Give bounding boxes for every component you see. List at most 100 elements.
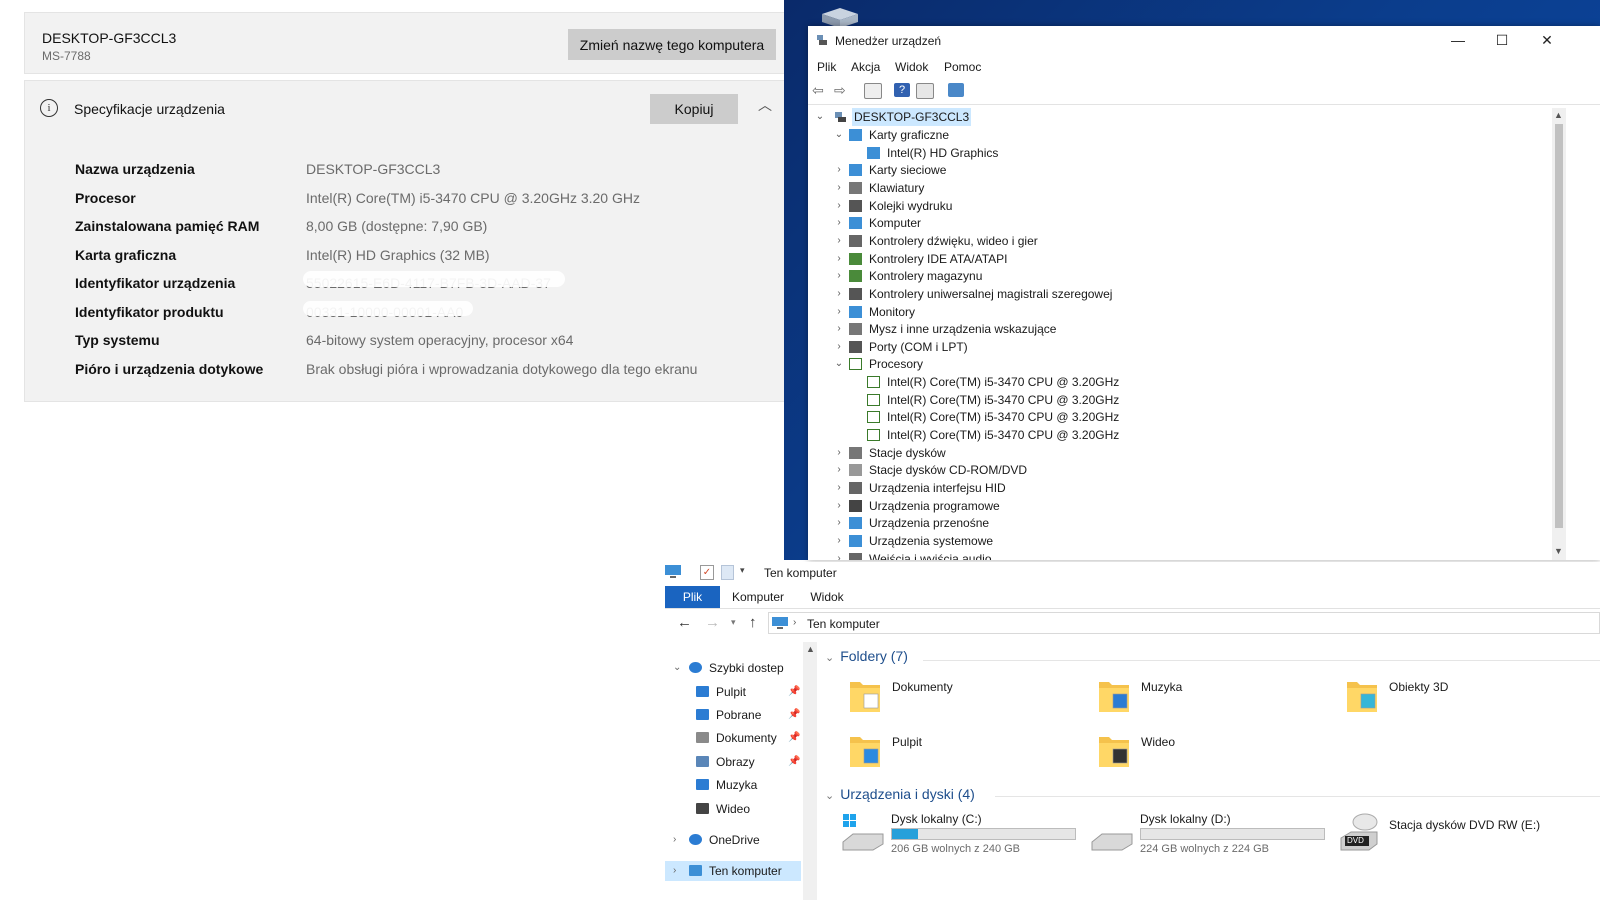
menu-help[interactable]: Pomoc — [944, 60, 981, 74]
nav-pane-scrollbar[interactable]: ▲ — [803, 642, 817, 900]
customize-toolbar-icon[interactable]: ▾ — [740, 565, 745, 576]
monitor-icon — [849, 305, 862, 318]
chevron-right-icon[interactable]: › — [833, 479, 845, 497]
spec-row: Pióro i urządzenia dotykowe Brak obsługi … — [75, 361, 697, 377]
menu-action[interactable]: Akcja — [851, 60, 880, 74]
pin-icon[interactable]: 📌 — [788, 752, 800, 772]
chevron-right-icon[interactable]: › — [833, 250, 845, 268]
chevron-right-icon[interactable]: › — [833, 320, 845, 338]
chevron-right-icon[interactable]: › — [833, 444, 845, 462]
tab-view[interactable]: Widok — [803, 586, 851, 608]
window-title: Ten komputer — [764, 566, 837, 580]
scroll-up-icon[interactable]: ▲ — [1554, 110, 1563, 120]
monitor-scan-icon[interactable] — [948, 83, 964, 97]
nav-item[interactable]: Dokumenty 📌 — [665, 728, 801, 748]
recent-locations-icon[interactable]: ▾ — [731, 617, 736, 628]
tree-item-label: Karty sieciowe — [869, 163, 947, 178]
spec-value[interactable]: 64-bitowy system operacyjny, procesor x6… — [306, 332, 573, 348]
drives-section-header[interactable]: ⌄ Urządzenia i dyski (4) — [825, 786, 975, 802]
scroll-up-icon[interactable]: ▲ — [806, 644, 815, 654]
nav-item[interactable]: Muzyka — [665, 775, 801, 795]
chevron-right-icon[interactable]: › — [833, 179, 845, 197]
maximize-button[interactable]: ☐ — [1492, 30, 1512, 50]
tree-item-label: Stacje dysków CD-ROM/DVD — [869, 463, 1028, 478]
properties-view-icon[interactable] — [864, 83, 882, 99]
chevron-right-icon[interactable]: › — [833, 303, 845, 321]
tree-root-label: DESKTOP-GF3CCL3 — [852, 108, 972, 126]
menu-view[interactable]: Widok — [895, 60, 928, 74]
pin-icon[interactable]: 📌 — [788, 682, 800, 702]
chevron-right-icon[interactable]: › — [833, 497, 845, 515]
chevron-down-icon[interactable]: ⌄ — [825, 790, 834, 802]
nav-item[interactable]: › OneDrive — [665, 830, 801, 850]
nav-item[interactable]: Obrazy 📌 — [665, 752, 801, 772]
scrollbar-thumb[interactable] — [1555, 124, 1563, 528]
scroll-down-icon[interactable]: ▼ — [1554, 546, 1563, 556]
tree-item-label: Intel(R) HD Graphics — [887, 145, 999, 160]
pin-icon[interactable]: 📌 — [788, 705, 800, 725]
tab-computer[interactable]: Komputer — [727, 586, 789, 608]
address-bar[interactable]: › Ten komputer — [768, 612, 1600, 634]
back-arrow-icon[interactable]: ⇦ — [812, 83, 828, 97]
chevron-down-icon[interactable]: ⌄ — [814, 108, 826, 126]
nav-item[interactable]: Wideo — [665, 799, 801, 819]
dvd-badge: DVD — [1347, 836, 1364, 845]
device-manager-icon — [817, 35, 827, 45]
close-button[interactable]: ✕ — [1537, 30, 1557, 50]
help-icon[interactable]: ? — [894, 83, 910, 97]
device-name-header: DESKTOP-GF3CCL3 MS-7788 Zmień nazwę tego… — [24, 12, 794, 74]
chevron-right-icon[interactable]: › — [833, 550, 845, 560]
properties-icon[interactable]: ✓ — [700, 565, 714, 580]
spec-value[interactable]: DESKTOP-GF3CCL3 — [306, 161, 440, 177]
spec-value[interactable]: Intel(R) HD Graphics (32 MB) — [306, 247, 490, 263]
rename-computer-button[interactable]: Zmień nazwę tego komputera — [568, 29, 776, 60]
file-explorer-window: ✓ ▾ Ten komputer Plik Komputer Widok ← →… — [665, 562, 1600, 900]
up-arrow-icon[interactable]: ↑ — [749, 614, 757, 631]
nav-item[interactable]: Pobrane 📌 — [665, 705, 801, 725]
chevron-right-icon[interactable]: › — [833, 161, 845, 179]
chevron-right-icon[interactable]: › — [833, 267, 845, 285]
chevron-down-icon[interactable]: ⌄ — [825, 652, 834, 664]
display-adapter-icon — [849, 129, 862, 141]
tab-file[interactable]: Plik — [665, 586, 720, 608]
copy-button[interactable]: Kopiuj — [650, 94, 738, 124]
pin-icon[interactable]: 📌 — [788, 728, 800, 748]
back-arrow-icon[interactable]: ← — [677, 614, 692, 631]
chevron-up-icon[interactable]: ︿ — [758, 95, 772, 115]
spec-key: Typ systemu — [75, 332, 160, 348]
forward-arrow-icon[interactable]: → — [705, 614, 720, 631]
nav-item[interactable]: ⌄ Szybki dostep — [665, 658, 801, 678]
chevron-right-icon[interactable]: › — [833, 285, 845, 303]
folder-label: Muzyka — [1141, 680, 1183, 694]
spec-row: Typ systemu 64-bitowy system operacyjny, … — [75, 332, 573, 348]
update-view-icon[interactable] — [916, 83, 934, 99]
chevron-down-icon[interactable]: ⌄ — [833, 126, 845, 144]
device-tree: ⌄ DESKTOP-GF3CCL3 ⌄ Karty graficzne Intel(… — [808, 108, 1552, 560]
chevron-down-icon[interactable]: ⌄ — [833, 355, 845, 373]
folders-section-header[interactable]: ⌄ Foldery (7) — [825, 648, 908, 664]
processor-icon — [867, 376, 880, 389]
chevron-right-icon[interactable]: › — [833, 232, 845, 250]
chevron-right-icon[interactable]: › — [833, 461, 845, 479]
forward-arrow-icon[interactable]: ⇨ — [834, 83, 850, 97]
minimize-button[interactable]: — — [1448, 30, 1468, 50]
nav-item[interactable]: › Ten komputer — [665, 861, 801, 881]
chevron-right-icon[interactable]: › — [833, 532, 845, 550]
spec-value[interactable]: 8,00 GB (dostępne: 7,90 GB) — [306, 218, 487, 234]
chevron-right-icon[interactable]: › — [833, 514, 845, 532]
recycle-bin-icon[interactable] — [820, 6, 860, 28]
chevron-right-icon[interactable]: › — [833, 197, 845, 215]
chevron-right-icon[interactable]: › — [673, 861, 676, 881]
spec-value[interactable]: Intel(R) Core(TM) i5-3470 CPU @ 3.20GHz … — [306, 190, 640, 206]
chevron-right-icon[interactable]: › — [833, 214, 845, 232]
chevron-down-icon[interactable]: ⌄ — [673, 658, 681, 678]
processor-icon — [867, 429, 880, 442]
chevron-right-icon[interactable]: › — [833, 338, 845, 356]
new-folder-icon[interactable] — [721, 565, 734, 580]
download-icon — [696, 709, 709, 720]
spec-value[interactable]: Brak obsługi pióra i wprowadzania dotyko… — [306, 361, 697, 377]
nav-item[interactable]: Pulpit 📌 — [665, 682, 801, 702]
chevron-right-icon[interactable]: › — [673, 830, 676, 850]
menu-file[interactable]: Plik — [817, 60, 836, 74]
vertical-scrollbar[interactable]: ▲ ▼ — [1552, 108, 1566, 560]
